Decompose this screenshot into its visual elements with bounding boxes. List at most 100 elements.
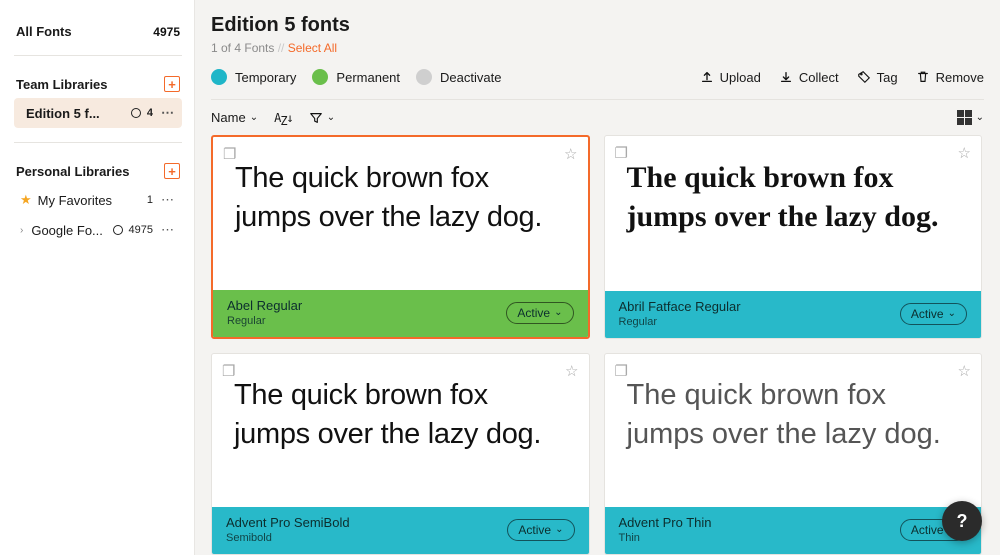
filter-button[interactable]: ⌄ [309, 111, 335, 125]
font-style: Semibold [226, 532, 350, 544]
legend-temporary[interactable]: Temporary [211, 69, 296, 85]
font-name: Advent Pro SemiBold [226, 515, 350, 530]
favorite-star-icon[interactable]: ☆ [564, 145, 577, 163]
font-preview-text: The quick brown fox jumps over the lazy … [234, 376, 567, 454]
chevron-down-icon: ⌄ [948, 308, 956, 319]
legend-permanent[interactable]: Permanent [312, 69, 400, 85]
card-footer: Advent Pro SemiBold Semibold Active ⌄ [212, 507, 589, 554]
font-name: Abel Regular [227, 298, 302, 313]
toolbar-actions: Upload Collect Tag [700, 70, 984, 85]
selection-count: 1 of 4 Fonts [211, 41, 274, 55]
library-count: 4 [147, 107, 153, 119]
chevron-down-icon: ⌄ [555, 524, 563, 535]
all-fonts-label: All Fonts [16, 24, 72, 39]
font-card[interactable]: ❐ ☆The quick brown fox jumps over the laz… [211, 135, 590, 339]
remove-label: Remove [936, 70, 984, 85]
upload-button[interactable]: Upload [700, 70, 761, 85]
font-style: Regular [227, 315, 302, 327]
dot-deactivate-icon [416, 69, 432, 85]
list-controls: Name ⌄ AZ↓ ⌄ ⌄ [211, 100, 984, 135]
font-card[interactable]: ❐ ☆The quick brown fox jumps over the laz… [604, 353, 983, 555]
activation-status-button[interactable]: Active ⌄ [506, 302, 573, 324]
library-name: Edition 5 f... [26, 106, 125, 121]
font-preview-text: The quick brown fox jumps over the lazy … [627, 158, 960, 236]
font-card[interactable]: ❐ ☆The quick brown fox jumps over the laz… [211, 353, 590, 555]
collect-button[interactable]: Collect [779, 70, 839, 85]
card-body: ❐ ☆The quick brown fox jumps over the laz… [605, 136, 982, 291]
divider [14, 55, 182, 56]
sort-by-button[interactable]: Name ⌄ [211, 110, 258, 125]
filter-icon [309, 111, 323, 125]
card-footer: Advent Pro ThinThinActive⌄ [605, 507, 982, 554]
activation-status-label: Active [911, 523, 944, 537]
activation-status-label: Active [518, 523, 551, 537]
activation-legend: Temporary Permanent Deactivate [211, 69, 501, 85]
upload-icon [700, 70, 714, 84]
add-personal-library-button[interactable]: + [164, 163, 180, 179]
personal-library-item-google[interactable]: › Google Fo... 4975 ⋯ [14, 215, 182, 245]
all-fonts-row[interactable]: All Fonts 4975 [14, 18, 182, 45]
help-icon: ? [957, 511, 968, 532]
copy-icon[interactable]: ❐ [222, 362, 235, 380]
tag-icon [857, 70, 871, 84]
dot-permanent-icon [312, 69, 328, 85]
card-footer: Abel Regular Regular Active ⌄ [213, 290, 588, 337]
font-card[interactable]: ❐ ☆The quick brown fox jumps over the laz… [604, 135, 983, 339]
sort-direction-button[interactable]: AZ↓ [274, 111, 293, 125]
library-name: My Favorites [38, 193, 141, 208]
library-count: 1 [147, 194, 153, 206]
library-more-button[interactable]: ⋯ [159, 222, 176, 238]
grid-icon [957, 110, 972, 125]
personal-libraries-header: Personal Libraries + [14, 157, 182, 185]
copy-icon[interactable]: ❐ [223, 145, 236, 163]
font-preview-text: The quick brown fox jumps over the lazy … [627, 376, 960, 454]
favorite-star-icon[interactable]: ☆ [958, 362, 971, 380]
chevron-down-icon: ⌄ [250, 112, 258, 123]
view-mode-toggle[interactable]: ⌄ [957, 110, 984, 125]
tag-button[interactable]: Tag [857, 70, 898, 85]
activation-status-label: Active [911, 307, 944, 321]
team-library-item[interactable]: Edition 5 f... 4 ⋯ [14, 98, 182, 128]
copy-icon[interactable]: ❐ [615, 362, 628, 380]
main-panel: Edition 5 fonts 1 of 4 Fonts // Select A… [195, 0, 1000, 555]
legend-deactivate-label: Deactivate [440, 70, 501, 85]
favorite-star-icon[interactable]: ☆ [958, 144, 971, 162]
team-libraries-label: Team Libraries [16, 77, 108, 92]
divider [14, 142, 182, 143]
favorite-star-icon[interactable]: ☆ [565, 362, 578, 380]
sidebar: All Fonts 4975 Team Libraries + Edition … [0, 0, 195, 555]
selection-summary: 1 of 4 Fonts // Select All [211, 41, 984, 55]
personal-library-item-favorites[interactable]: ★ My Favorites 1 ⋯ [14, 185, 182, 215]
trash-icon [916, 70, 930, 84]
team-libraries-header: Team Libraries + [14, 70, 182, 98]
library-count: 4975 [129, 224, 153, 236]
card-footer: Abril Fatface RegularRegularActive⌄ [605, 291, 982, 338]
chevron-right-icon: › [20, 225, 23, 236]
card-body: ❐ ☆The quick brown fox jumps over the laz… [213, 137, 588, 290]
chevron-down-icon: ⌄ [554, 307, 562, 318]
legend-deactivate[interactable]: Deactivate [416, 69, 501, 85]
card-body: ❐ ☆The quick brown fox jumps over the laz… [212, 354, 589, 507]
star-icon: ★ [20, 192, 32, 208]
status-circle-icon [131, 108, 141, 118]
personal-libraries-label: Personal Libraries [16, 164, 129, 179]
upload-label: Upload [720, 70, 761, 85]
sort-direction-icon: AZ↓ [274, 111, 293, 125]
add-team-library-button[interactable]: + [164, 76, 180, 92]
font-preview-text: The quick brown fox jumps over the lazy … [235, 159, 566, 237]
library-more-button[interactable]: ⋯ [159, 192, 176, 208]
select-all-link[interactable]: Select All [288, 41, 337, 55]
copy-icon[interactable]: ❐ [615, 144, 628, 162]
activation-status-button[interactable]: Active ⌄ [900, 303, 967, 325]
font-card-grid: ❐☆The quick brown fox jumps over the laz… [211, 135, 984, 555]
activation-status-button[interactable]: Active ⌄ [507, 519, 574, 541]
dot-temporary-icon [211, 69, 227, 85]
all-fonts-count: 4975 [153, 25, 180, 39]
library-more-button[interactable]: ⋯ [159, 105, 176, 121]
remove-button[interactable]: Remove [916, 70, 984, 85]
font-style: Thin [619, 532, 712, 544]
activation-status-label: Active [517, 306, 550, 320]
chevron-down-icon: ⌄ [327, 112, 335, 123]
download-icon [779, 70, 793, 84]
help-button[interactable]: ? [942, 501, 982, 541]
